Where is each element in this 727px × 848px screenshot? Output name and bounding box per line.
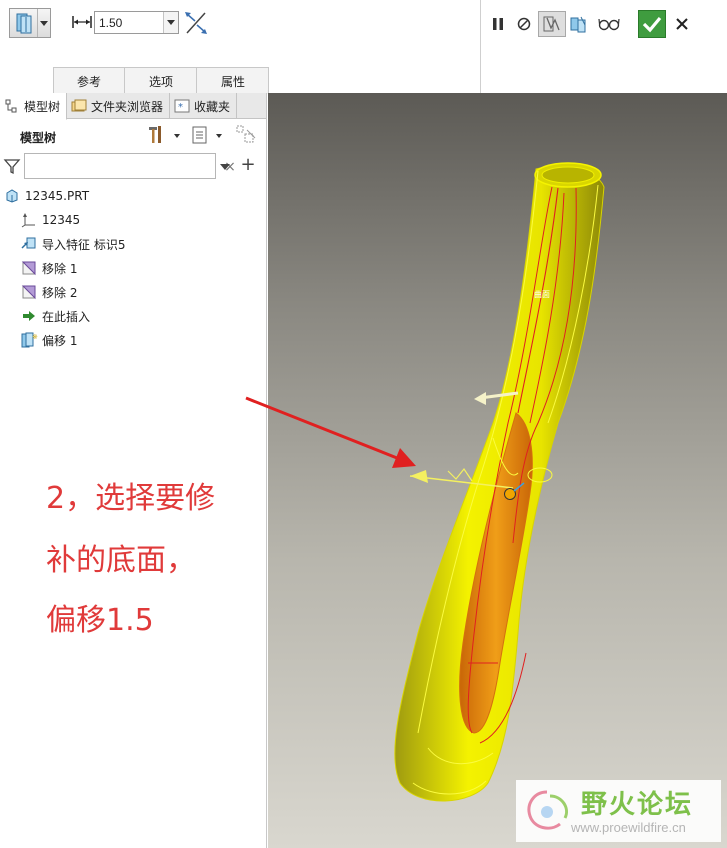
- model-tree-title: 模型树: [20, 131, 57, 145]
- glasses-icon[interactable]: [594, 10, 624, 38]
- chevron-down-icon[interactable]: [163, 12, 178, 33]
- remove-icon: [20, 259, 38, 277]
- offset-type-selector[interactable]: [9, 8, 51, 38]
- navigator-tabs: 模型树 文件夹浏览器 * 收藏夹: [0, 93, 266, 120]
- offset-icon: ※: [20, 331, 38, 349]
- model-view[interactable]: [268, 93, 727, 848]
- distance-icon: [71, 13, 93, 31]
- svg-text:*: *: [178, 102, 183, 113]
- tree-item-import-feature[interactable]: 导入特征 标识5: [20, 233, 125, 255]
- offset-surface-icon: [10, 9, 38, 37]
- import-feature-icon: [20, 235, 38, 253]
- flip-direction-icon[interactable]: [183, 10, 209, 36]
- tree-item-csys[interactable]: 12345: [20, 209, 80, 231]
- tree-columns-icon[interactable]: [235, 124, 259, 146]
- part-icon: [3, 187, 21, 205]
- annotation-line-3: 偏移1.5: [46, 603, 154, 638]
- svg-text:※: ※: [32, 333, 38, 341]
- annotation-line-2: 补的底面，: [46, 543, 196, 578]
- filter-icon[interactable]: [3, 157, 21, 175]
- csys-icon: [20, 211, 38, 229]
- tree-filter-row: × +: [0, 151, 266, 181]
- close-icon[interactable]: [668, 10, 696, 38]
- toolbar-divider: [480, 0, 481, 93]
- navigator-panel: 模型树 文件夹浏览器 * 收藏夹 模型树 × + 12345.PRT 12345…: [0, 93, 267, 848]
- tab-properties[interactable]: 属性: [197, 68, 269, 94]
- offset-distance-input[interactable]: [95, 12, 163, 33]
- tab-references[interactable]: 参考: [53, 68, 125, 94]
- watermark-title: 野火论坛: [581, 790, 694, 820]
- graphics-window[interactable]: 曲面: [268, 93, 727, 848]
- tree-show-button[interactable]: [190, 124, 228, 146]
- model-tree-icon: [3, 98, 21, 114]
- offset-drag-handle: [504, 488, 516, 500]
- remove-icon: [20, 283, 38, 301]
- model-tree-header: 模型树: [0, 120, 266, 150]
- tree-search-input[interactable]: [25, 154, 195, 178]
- surface-label: 曲面: [534, 290, 550, 299]
- stop-preview-icon[interactable]: [510, 10, 538, 38]
- chevron-down-icon: [38, 20, 50, 26]
- verify-icon[interactable]: [566, 10, 594, 38]
- dashboard-controls: [486, 10, 696, 38]
- folder-icon: [70, 98, 88, 114]
- tab-favorites[interactable]: * 收藏夹: [170, 93, 238, 119]
- offset-dashboard: 参考 选项 属性: [0, 0, 727, 94]
- tab-model-tree[interactable]: 模型树: [0, 93, 68, 120]
- tree-item-part[interactable]: 12345.PRT: [3, 185, 89, 207]
- offset-distance-combo[interactable]: [94, 11, 179, 34]
- check-icon[interactable]: [638, 10, 666, 38]
- pause-icon[interactable]: [486, 10, 510, 38]
- insert-here-icon: [20, 307, 38, 325]
- tree-item-remove-1[interactable]: 移除 1: [20, 257, 77, 279]
- tab-options[interactable]: 选项: [125, 68, 197, 94]
- feature-preview-icon[interactable]: [538, 11, 566, 37]
- tree-settings-button[interactable]: [146, 124, 184, 146]
- chevron-down-icon[interactable]: [220, 160, 232, 172]
- add-icon[interactable]: +: [240, 156, 256, 174]
- tree-item-remove-2[interactable]: 移除 2: [20, 281, 77, 303]
- tutorial-annotation: 2，选择要修 补的底面， 偏移1.5: [46, 473, 251, 673]
- forum-watermark: 野火论坛 www.proewildfire.cn: [516, 780, 721, 842]
- forum-logo-icon: [520, 784, 575, 839]
- tree-item-offset-1[interactable]: ※ 偏移 1: [20, 329, 77, 351]
- favorites-icon: *: [173, 98, 191, 114]
- tab-folder-browser[interactable]: 文件夹浏览器: [67, 93, 171, 119]
- tree-item-insert-here[interactable]: 在此插入: [20, 305, 90, 327]
- dashboard-tabs: 参考 选项 属性: [53, 67, 269, 94]
- annotation-line-1: 2，选择要修: [46, 481, 216, 516]
- watermark-url: www.proewildfire.cn: [571, 820, 686, 835]
- tree-search-field[interactable]: ×: [24, 153, 236, 179]
